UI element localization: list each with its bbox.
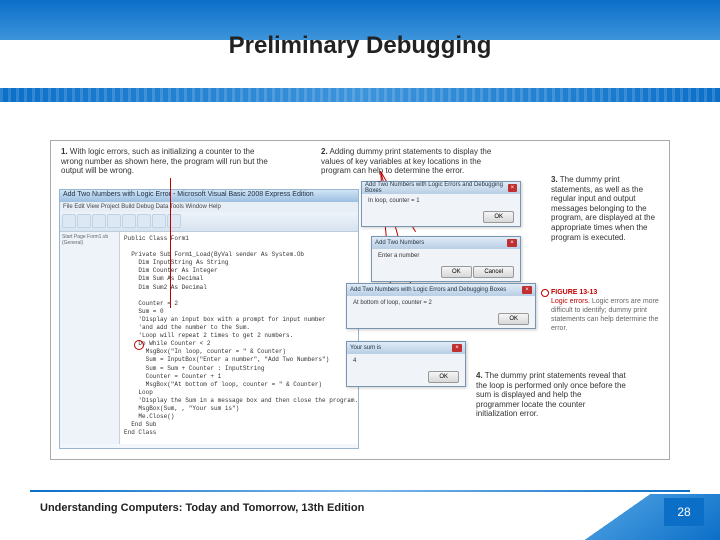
callout-4: 4. The dummy print statements reveal tha… — [476, 371, 626, 419]
ok-button: OK — [428, 371, 459, 383]
ok-button: OK — [498, 313, 529, 325]
close-icon: × — [507, 239, 517, 247]
callout-3: 3. The dummy print statements, as well a… — [551, 175, 661, 242]
close-icon: × — [508, 184, 517, 192]
figure-bullet-icon — [541, 289, 549, 297]
toolbar-button — [62, 214, 76, 228]
dialog-body: In loop, counter = 1 — [362, 194, 520, 208]
close-icon: × — [452, 344, 462, 352]
ide-menubar: File Edit View Project Build Debug Data … — [60, 202, 358, 212]
footer-text: Understanding Computers: Today and Tomor… — [40, 502, 364, 514]
toolbar-button — [122, 214, 136, 228]
ide-titlebar: Add Two Numbers with Logic Error - Micro… — [60, 190, 358, 202]
code-editor: Public Class Form1 Private Sub Form1_Loa… — [120, 232, 358, 444]
figure-caption: FIGURE 13-13 Logic errors. Logic errors … — [551, 288, 661, 333]
dialog-body: Enter a number — [372, 249, 520, 263]
callout-1: 1. With logic errors, such as initializi… — [61, 147, 271, 176]
dialog-title: Add Two Numbers with Logic Errors and De… — [350, 287, 506, 293]
dialog-title: Your sum is — [350, 345, 381, 351]
inputbox-enter-number: Add Two Numbers × Enter a number OK Canc… — [371, 236, 521, 282]
toolbar-button — [77, 214, 91, 228]
accent-bar — [0, 88, 720, 102]
msgbox-in-loop: Add Two Numbers with Logic Errors and De… — [361, 181, 521, 227]
ide-window: Add Two Numbers with Logic Error - Micro… — [59, 189, 359, 449]
toolbar-button — [107, 214, 121, 228]
dialog-title: Add Two Numbers with Logic Errors and De… — [365, 182, 508, 194]
figure-frame: 1. With logic errors, such as initializi… — [50, 140, 670, 460]
ok-button: OK — [483, 211, 514, 223]
close-icon: × — [522, 286, 532, 294]
footer-divider — [30, 490, 690, 492]
leader-line — [170, 178, 171, 308]
ok-button: OK — [441, 266, 472, 278]
msgbox-bottom-loop: Add Two Numbers with Logic Errors and De… — [346, 283, 536, 329]
callout-2: 2. Adding dummy print statements to disp… — [321, 147, 511, 176]
ide-sidebar: Start Page Form1.vb (General) — [60, 232, 120, 444]
dialog-title: Add Two Numbers — [375, 240, 424, 246]
toolbar-button — [152, 214, 166, 228]
page-number: 28 — [664, 498, 704, 526]
dialog-body: At bottom of loop, counter = 2 — [347, 296, 535, 310]
ide-toolbar — [60, 212, 358, 232]
msgbox-sum: Your sum is × 4 OK — [346, 341, 466, 387]
slide-title: Preliminary Debugging — [0, 32, 720, 60]
cancel-button: Cancel — [473, 266, 514, 278]
dialog-body: 4 — [347, 354, 465, 368]
error-highlight-circle — [134, 340, 144, 350]
toolbar-button — [92, 214, 106, 228]
toolbar-button — [137, 214, 151, 228]
